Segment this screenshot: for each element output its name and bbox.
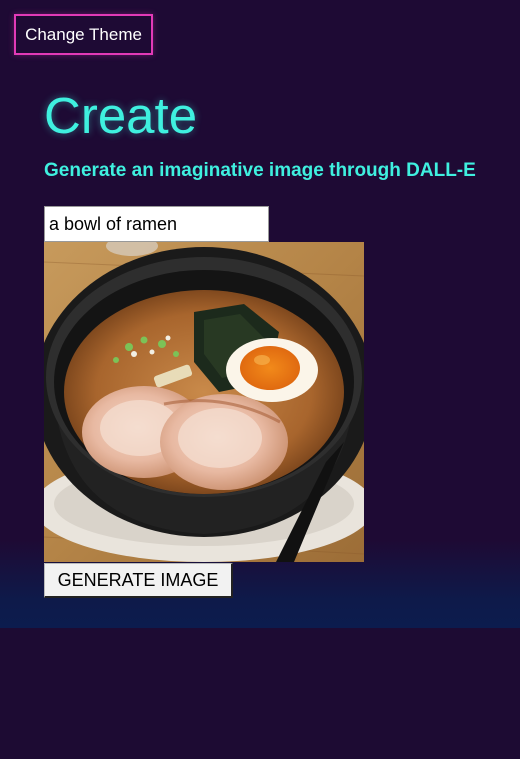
page-title: Create [44,87,198,144]
change-theme-button[interactable]: Change Theme [14,14,153,55]
app-container: Change Theme Create Generate an imaginat… [0,0,520,628]
generate-image-button[interactable]: GENERATE IMAGE [44,563,233,598]
generated-image [44,242,364,562]
prompt-input[interactable] [44,206,269,242]
page-subtitle: Generate an imaginative image through DA… [44,160,476,181]
